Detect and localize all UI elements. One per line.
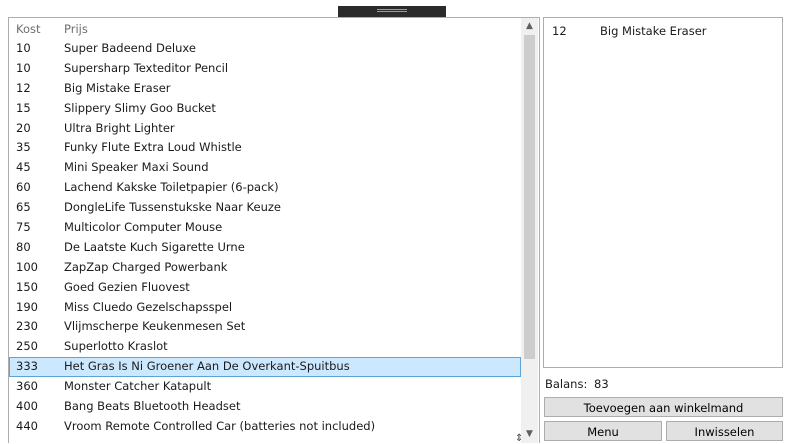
cart-row-kost: 12 bbox=[552, 24, 567, 38]
product-naam: Goed Gezien Fluovest bbox=[64, 279, 190, 294]
product-kost: 35 bbox=[16, 140, 31, 155]
product-naam: Monster Catcher Katapult bbox=[64, 379, 212, 394]
product-naam: Slippery Slimy Goo Bucket bbox=[64, 100, 216, 115]
vertical-scrollbar[interactable]: ▲ ▼ bbox=[521, 18, 538, 443]
product-row[interactable]: 150 Goed Gezien Fluovest bbox=[9, 278, 521, 298]
product-kost: 250 bbox=[16, 339, 38, 354]
menu-button[interactable]: Menu bbox=[544, 421, 662, 441]
product-kost: 10 bbox=[16, 60, 31, 75]
product-row[interactable]: 15 Slippery Slimy Goo Bucket bbox=[9, 99, 521, 119]
product-naam: Miss Cluedo Gezelschapsspel bbox=[64, 299, 233, 314]
product-row[interactable]: 333 Het Gras Is Ni Groener Aan De Overkan… bbox=[9, 357, 521, 378]
column-header-prijs[interactable]: Prijs bbox=[64, 22, 88, 36]
redeem-button[interactable]: Inwisselen bbox=[666, 421, 783, 441]
product-row[interactable]: 440 Vroom Remote Controlled Car (batterie… bbox=[9, 417, 521, 437]
product-row[interactable]: 80 De Laatste Kuch Sigarette Urne bbox=[9, 238, 521, 258]
product-row[interactable]: 360 Monster Catcher Katapult bbox=[9, 377, 521, 397]
product-row[interactable]: 35 Funky Flute Extra Loud Whistle bbox=[9, 138, 521, 158]
product-kost: 190 bbox=[16, 299, 38, 314]
product-naam: Big Mistake Eraser bbox=[64, 80, 171, 95]
product-rows: 10 Super Badeend Deluxe 10 Supersharp Texte… bbox=[9, 39, 521, 437]
product-list[interactable]: Kost Prijs 10 Super Badeend Deluxe 10 Super… bbox=[8, 17, 540, 443]
product-row[interactable]: 45 Mini Speaker Maxi Sound bbox=[9, 158, 521, 178]
product-list-header: Kost Prijs bbox=[9, 18, 521, 39]
product-naam: Vlijmscherpe Keukenmesen Set bbox=[64, 319, 246, 334]
product-kost: 65 bbox=[16, 200, 31, 215]
add-to-cart-button[interactable]: Toevoegen aan winkelmand bbox=[544, 397, 783, 417]
product-naam: Ultra Bright Lighter bbox=[64, 120, 175, 135]
grip-icon bbox=[377, 9, 407, 12]
product-kost: 80 bbox=[16, 239, 31, 254]
product-naam: Vroom Remote Controlled Car (batteries n… bbox=[64, 418, 376, 433]
product-row[interactable]: 230 Vlijmscherpe Keukenmesen Set bbox=[9, 317, 521, 337]
balans-value: 83 bbox=[594, 377, 609, 391]
product-kost: 10 bbox=[16, 41, 31, 55]
product-kost: 230 bbox=[16, 319, 38, 334]
product-kost: 45 bbox=[16, 160, 31, 175]
chevron-up-icon[interactable]: ▲ bbox=[521, 18, 538, 35]
product-row[interactable]: 60 Lachend Kakske Toiletpapier (6-pack) bbox=[9, 178, 521, 198]
product-naam: Superlotto Kraslot bbox=[64, 339, 168, 354]
balans-label: Balans: bbox=[545, 377, 588, 391]
product-row[interactable]: 20 Ultra Bright Lighter bbox=[9, 119, 521, 139]
scrollbar-thumb[interactable] bbox=[524, 35, 535, 359]
product-kost: 150 bbox=[16, 279, 38, 294]
product-naam: Super Badeend Deluxe bbox=[64, 41, 196, 55]
product-row[interactable]: 190 Miss Cluedo Gezelschapsspel bbox=[9, 298, 521, 318]
product-row[interactable]: 10 Super Badeend Deluxe bbox=[9, 39, 521, 59]
product-kost: 333 bbox=[16, 359, 38, 374]
product-kost: 20 bbox=[16, 120, 31, 135]
product-row[interactable]: 250 Superlotto Kraslot bbox=[9, 337, 521, 357]
product-row[interactable]: 12 Big Mistake Eraser bbox=[9, 79, 521, 99]
cart-row-naam: Big Mistake Eraser bbox=[600, 24, 707, 38]
product-naam: DongleLife Tussenstukske Naar Keuze bbox=[64, 200, 281, 215]
product-naam: Het Gras Is Ni Groener Aan De Overkant-S… bbox=[64, 359, 350, 374]
product-kost: 360 bbox=[16, 379, 38, 394]
product-row[interactable]: 10 Supersharp Texteditor Pencil bbox=[9, 59, 521, 79]
product-kost: 400 bbox=[16, 399, 38, 414]
product-naam: Lachend Kakske Toiletpapier (6-pack) bbox=[64, 180, 279, 195]
product-naam: ZapZap Charged Powerbank bbox=[64, 259, 228, 274]
product-naam: Funky Flute Extra Loud Whistle bbox=[64, 140, 242, 155]
product-naam: De Laatste Kuch Sigarette Urne bbox=[64, 239, 245, 254]
product-row[interactable]: 65 DongleLife Tussenstukske Naar Keuze bbox=[9, 198, 521, 218]
column-header-kost[interactable]: Kost bbox=[16, 22, 41, 36]
product-naam: Mini Speaker Maxi Sound bbox=[64, 160, 209, 175]
product-row[interactable]: 400 Bang Beats Bluetooth Headset bbox=[9, 397, 521, 417]
product-kost: 100 bbox=[16, 259, 38, 274]
drag-handle[interactable] bbox=[338, 6, 446, 17]
cart-list[interactable]: 12 Big Mistake Eraser bbox=[543, 17, 783, 368]
product-kost: 15 bbox=[16, 100, 31, 115]
product-row[interactable]: 75 Multicolor Computer Mouse bbox=[9, 218, 521, 238]
resize-cursor-icon: ⇕ bbox=[515, 433, 524, 444]
product-kost: 75 bbox=[16, 220, 31, 235]
product-kost: 60 bbox=[16, 180, 31, 195]
product-naam: Bang Beats Bluetooth Headset bbox=[64, 399, 241, 414]
chevron-down-icon[interactable]: ▼ bbox=[521, 426, 538, 443]
product-kost: 12 bbox=[16, 80, 31, 95]
product-naam: Supersharp Texteditor Pencil bbox=[64, 60, 229, 75]
product-kost: 440 bbox=[16, 418, 38, 433]
product-row[interactable]: 100 ZapZap Charged Powerbank bbox=[9, 258, 521, 278]
product-naam: Multicolor Computer Mouse bbox=[64, 220, 223, 235]
